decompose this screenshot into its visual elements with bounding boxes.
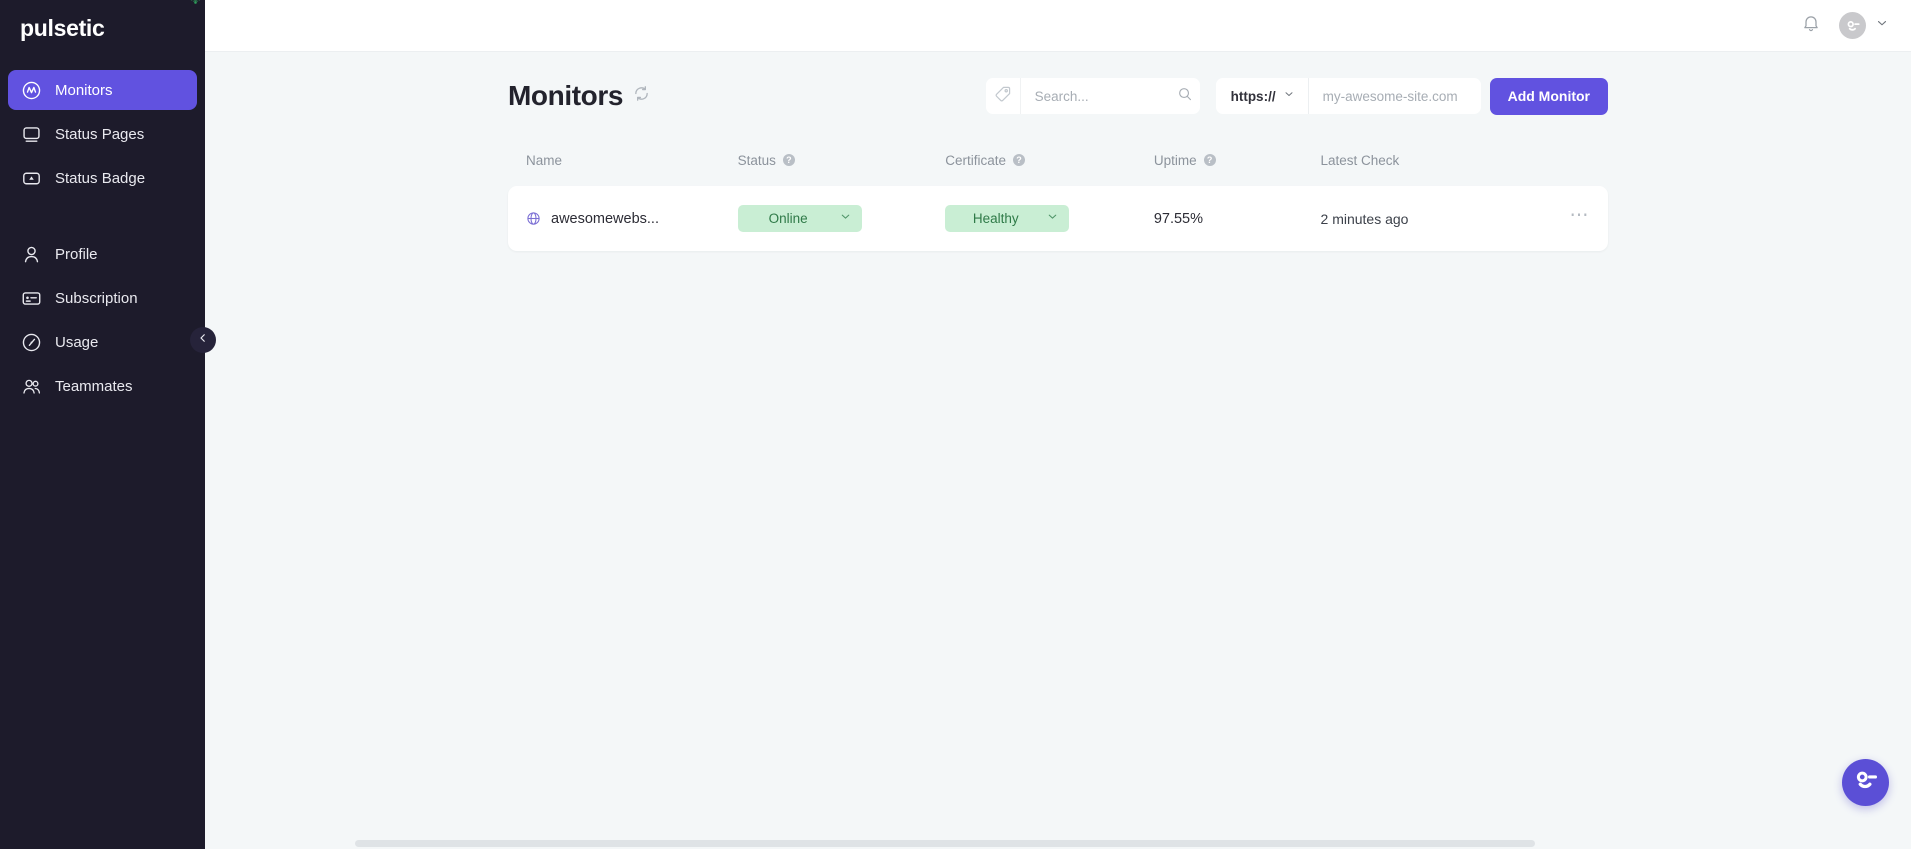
sidebar-item-label: Status Badge: [55, 170, 145, 187]
cell-uptime: 97.55%: [1154, 211, 1321, 227]
sidebar-item-monitors[interactable]: Monitors: [8, 70, 197, 110]
globe-icon: [526, 211, 541, 226]
table-row[interactable]: awesomewebs... Online: [526, 186, 1590, 251]
chat-support-button[interactable]: [1842, 759, 1889, 806]
horizontal-scrollbar-track[interactable]: [205, 838, 1911, 849]
protocol-value: https://: [1231, 89, 1276, 104]
user-icon: [20, 243, 42, 265]
user-menu[interactable]: [1839, 12, 1889, 39]
cell-actions: ⋯: [1520, 211, 1590, 227]
add-monitor-button[interactable]: Add Monitor: [1490, 78, 1608, 115]
tag-filter-button[interactable]: [986, 78, 1020, 114]
chevron-down-icon: [839, 210, 852, 228]
column-header-name: Name: [526, 153, 738, 168]
help-icon[interactable]: ?: [1013, 154, 1025, 166]
protocol-select[interactable]: https://: [1216, 78, 1309, 114]
page-title: Monitors: [508, 80, 623, 112]
monitors-table: awesomewebs... Online: [508, 186, 1608, 251]
card-icon: [20, 287, 42, 309]
sidebar-nav: Monitors Status Pages: [0, 70, 205, 406]
monitor-wave-icon: [20, 79, 42, 101]
chevron-down-icon: [1046, 210, 1059, 228]
page-content: Monitors: [205, 52, 1911, 849]
avatar-face-icon: [1844, 17, 1862, 35]
sidebar-item-teammates[interactable]: Teammates: [8, 366, 197, 406]
column-header-latest-check: Latest Check: [1321, 153, 1521, 168]
cell-status: Online: [738, 205, 946, 232]
status-badge-icon: [20, 167, 42, 189]
page-inner: Monitors: [508, 52, 1608, 251]
sidebar-item-profile[interactable]: Profile: [8, 234, 197, 274]
help-icon[interactable]: ?: [1204, 154, 1216, 166]
app-root: pulsetic Monitors: [0, 0, 1911, 849]
chevron-down-icon: [1875, 16, 1889, 35]
pulse-dot-icon: [190, 0, 201, 4]
main-area: Monitors: [205, 0, 1911, 849]
monitor-name: awesomewebs...: [551, 211, 659, 227]
column-label: Status: [738, 153, 776, 168]
table-header: Name Status ? Certificate ? Uptime ?: [508, 144, 1608, 176]
certificate-badge-label: Healthy: [945, 211, 1046, 226]
sidebar-divider-gap: [8, 202, 197, 234]
column-header-status: Status ?: [738, 153, 946, 168]
certificate-badge[interactable]: Healthy: [945, 205, 1069, 232]
notifications-button[interactable]: [1801, 13, 1821, 38]
sidebar-item-label: Teammates: [55, 378, 133, 395]
refresh-icon: [633, 85, 650, 107]
sidebar-item-status-pages[interactable]: Status Pages: [8, 114, 197, 154]
page-title-wrap: Monitors: [508, 80, 986, 112]
users-icon: [20, 375, 42, 397]
gauge-icon: [20, 331, 42, 353]
topbar: [205, 0, 1911, 52]
cell-certificate: Healthy: [945, 205, 1154, 232]
search-input[interactable]: [1035, 89, 1171, 104]
cell-latest-check: 2 minutes ago: [1321, 211, 1521, 227]
status-badge-label: Online: [738, 211, 839, 226]
refresh-button[interactable]: [633, 85, 650, 107]
status-page-icon: [20, 123, 42, 145]
bell-icon: [1801, 13, 1821, 38]
url-group: https://: [1216, 78, 1481, 114]
column-header-uptime: Uptime ?: [1154, 153, 1321, 168]
cell-name: awesomewebs...: [526, 211, 738, 227]
help-icon[interactable]: ?: [783, 154, 795, 166]
sidebar-item-subscription[interactable]: Subscription: [8, 278, 197, 318]
page-toolbar: Monitors: [508, 74, 1608, 118]
search-icon: [1177, 86, 1193, 107]
status-badge[interactable]: Online: [738, 205, 862, 232]
sidebar-item-status-badge[interactable]: Status Badge: [8, 158, 197, 198]
uptime-value: 97.55%: [1154, 211, 1203, 227]
column-label: Certificate: [945, 153, 1006, 168]
sidebar-item-label: Monitors: [55, 82, 113, 99]
chevron-down-icon: [1283, 87, 1295, 105]
chat-face-icon: [1851, 765, 1881, 800]
sidebar-item-label: Profile: [55, 246, 98, 263]
avatar: [1839, 12, 1866, 39]
sidebar-item-label: Status Pages: [55, 126, 144, 143]
latest-check-value: 2 minutes ago: [1321, 211, 1409, 227]
sidebar: pulsetic Monitors: [0, 0, 205, 849]
column-header-certificate: Certificate ?: [945, 153, 1154, 168]
sidebar-item-label: Usage: [55, 334, 98, 351]
sidebar-collapse-toggle[interactable]: [190, 327, 216, 353]
search-box: [1020, 78, 1200, 114]
column-label: Latest Check: [1321, 153, 1400, 168]
column-label: Name: [526, 153, 562, 168]
sidebar-item-label: Subscription: [55, 290, 138, 307]
search-button[interactable]: [1177, 86, 1193, 107]
column-label: Uptime: [1154, 153, 1197, 168]
chevron-left-icon: [197, 331, 209, 349]
sidebar-item-usage[interactable]: Usage: [8, 322, 197, 362]
tag-icon: [994, 85, 1012, 108]
ellipsis-icon[interactable]: ⋯: [1570, 211, 1591, 227]
brand-logo-text: pulsetic: [20, 15, 105, 42]
monitor-url-input[interactable]: [1309, 78, 1481, 114]
horizontal-scrollbar-thumb[interactable]: [355, 840, 1535, 847]
brand-logo[interactable]: pulsetic: [0, 0, 205, 56]
